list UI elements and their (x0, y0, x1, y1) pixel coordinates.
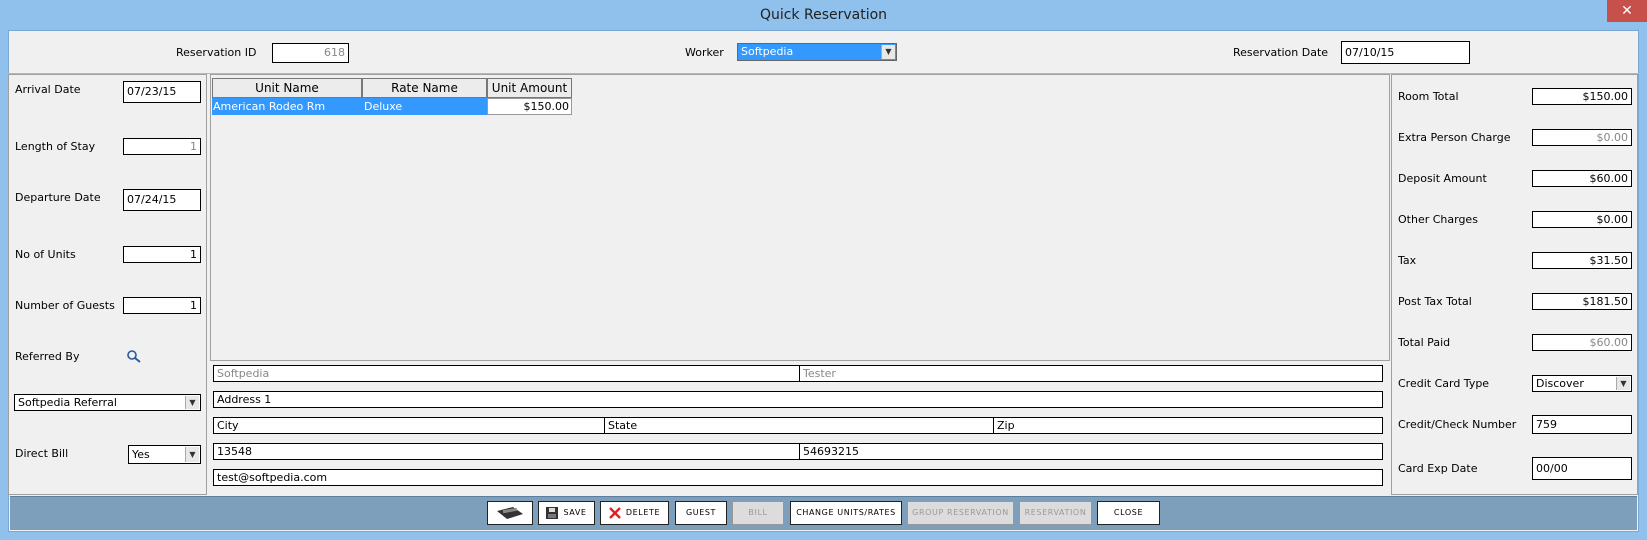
chevron-down-icon: ▼ (185, 396, 199, 409)
direct-bill-value: Yes (132, 448, 150, 461)
deposit-amount-label: Deposit Amount (1398, 172, 1487, 185)
card-exp-date-label: Card Exp Date (1398, 462, 1478, 475)
number-of-guests-field[interactable]: 1 (123, 297, 201, 314)
phone2-field[interactable]: 54693215 (799, 443, 1383, 460)
total-paid-field: $60.00 (1532, 334, 1632, 351)
room-total-field: $150.00 (1532, 88, 1632, 105)
post-tax-total-label: Post Tax Total (1398, 295, 1472, 308)
email-field[interactable]: test@softpedia.com (213, 469, 1383, 486)
cell-rate-name: Deluxe (364, 100, 403, 113)
delete-icon (609, 506, 621, 519)
reservation-date-field[interactable]: 07/10/15 (1341, 41, 1470, 64)
referral-select[interactable]: Softpedia Referral ▼ (14, 394, 201, 411)
col-header-unit-name[interactable]: Unit Name (212, 78, 362, 98)
credit-card-type-value: Discover (1536, 377, 1584, 390)
credit-check-number-label: Credit/Check Number (1398, 418, 1517, 431)
reservation-date-label: Reservation Date (1233, 46, 1329, 59)
last-name-field[interactable]: Tester (799, 365, 1383, 382)
direct-bill-select[interactable]: Yes ▼ (128, 445, 201, 464)
total-paid-label: Total Paid (1398, 336, 1451, 349)
other-charges-field[interactable]: $0.00 (1532, 211, 1632, 228)
chevron-down-icon: ▼ (881, 45, 895, 59)
extra-person-charge-field: $0.00 (1532, 129, 1632, 146)
chevron-down-icon: ▼ (1616, 377, 1630, 390)
extra-person-charge-label: Extra Person Charge (1398, 131, 1511, 144)
guest-button[interactable]: GUEST (675, 501, 727, 525)
zip-field[interactable]: Zip (993, 417, 1383, 434)
referred-by-label: Referred By (15, 350, 80, 363)
number-of-guests-label: Number of Guests (15, 299, 115, 312)
direct-bill-label: Direct Bill (15, 447, 69, 460)
worker-select[interactable]: Softpedia ▼ (737, 43, 897, 61)
group-reservation-button[interactable]: GROUP RESERVATION (907, 501, 1014, 525)
arrival-date-label: Arrival Date (15, 83, 81, 96)
col-header-unit-amount[interactable]: Unit Amount (487, 78, 572, 98)
delete-button[interactable]: DELETE (600, 501, 669, 525)
tax-label: Tax (1398, 254, 1417, 267)
delete-label: DELETE (625, 508, 661, 517)
city-field[interactable]: City (213, 417, 605, 434)
cell-unit-amount: $150.00 (487, 98, 572, 115)
address-field[interactable]: Address 1 (213, 391, 1383, 408)
other-charges-label: Other Charges (1398, 213, 1478, 226)
card-exp-date-field[interactable]: 00/00 (1532, 457, 1632, 480)
deposit-amount-field[interactable]: $60.00 (1532, 170, 1632, 187)
reservation-button[interactable]: RESERVATION (1019, 501, 1092, 525)
bill-button[interactable]: BILL (732, 501, 784, 525)
reservation-id-field: 618 (272, 43, 349, 63)
save-label: SAVE (563, 508, 587, 517)
length-of-stay-label: Length of Stay (15, 140, 96, 153)
state-field[interactable]: State (604, 417, 994, 434)
phone-field[interactable]: 13548 (213, 443, 800, 460)
length-of-stay-field: 1 (123, 138, 201, 155)
no-of-units-field[interactable]: 1 (123, 246, 201, 263)
arrival-date-field[interactable]: 07/23/15 (123, 81, 201, 103)
post-tax-total-field: $181.50 (1532, 293, 1632, 310)
cell-unit-name: American Rodeo Rm (213, 100, 326, 113)
departure-date-field[interactable]: 07/24/15 (123, 189, 201, 211)
close-window-button[interactable]: ✕ (1607, 0, 1647, 22)
worker-label: Worker (685, 46, 724, 59)
swipe-card-button[interactable] (487, 501, 533, 525)
tax-field: $31.50 (1532, 252, 1632, 269)
table-row[interactable]: American Rodeo Rm Deluxe $150.00 (212, 98, 572, 115)
first-name-field[interactable]: Softpedia (213, 365, 800, 382)
credit-card-type-label: Credit Card Type (1398, 377, 1490, 390)
col-header-rate-name[interactable]: Rate Name (362, 78, 487, 98)
save-button[interactable]: SAVE (538, 501, 595, 525)
worker-value: Softpedia (741, 45, 794, 58)
units-grid[interactable] (210, 74, 1390, 361)
card-reader-icon (497, 506, 523, 519)
change-units-rates-button[interactable]: CHANGE UNITS/RATES (790, 501, 902, 525)
no-of-units-label: No of Units (15, 248, 76, 261)
reservation-id-label: Reservation ID (176, 46, 257, 59)
departure-date-label: Departure Date (15, 191, 101, 204)
window-title: Quick Reservation (759, 7, 888, 23)
credit-card-type-select[interactable]: Discover ▼ (1532, 375, 1632, 392)
credit-check-number-field[interactable]: 759 (1532, 415, 1632, 434)
referral-value: Softpedia Referral (18, 396, 117, 409)
search-icon[interactable] (126, 349, 142, 363)
close-button[interactable]: CLOSE (1097, 501, 1160, 525)
chevron-down-icon: ▼ (185, 447, 199, 462)
save-icon (546, 506, 559, 519)
room-total-label: Room Total (1398, 90, 1459, 103)
